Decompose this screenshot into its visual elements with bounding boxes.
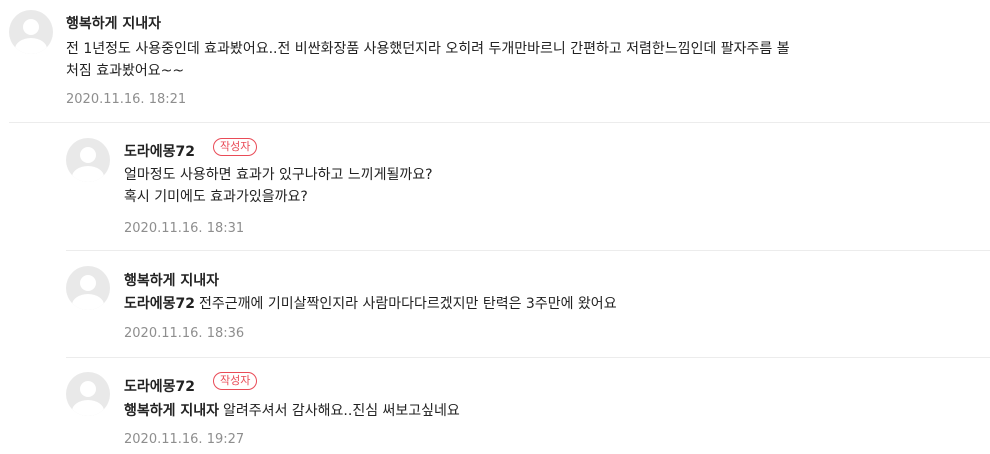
divider [9,122,990,123]
avatar[interactable] [66,372,110,416]
reply-mention[interactable]: 도라에몽72 [124,296,195,312]
comment-date: 2020.11.16. 18:21 [66,92,187,107]
comment-author[interactable]: 행복하게 지내자 [66,13,161,33]
reply-date: 2020.11.16. 18:31 [124,221,245,236]
reply-author[interactable]: 도라에몽72 [124,141,195,161]
divider [66,250,990,251]
author-badge: 작성자 [213,372,258,390]
divider [66,357,990,358]
comment-text: 전 1년정도 사용중인데 효과봤어요..전 비싼화장품 사용했던지라 오히려 두… [66,38,981,82]
reply-text: 얼마정도 사용하면 효과가 있구나하고 느끼게될까요? 혹시 기미에도 효과가있… [124,164,974,208]
reply-text: 행복하게 지내자 알려주셔서 감사해요..진심 써보고싶네요 [124,400,974,422]
avatar[interactable] [66,138,110,182]
comment-text-line: 전 1년정도 사용중인데 효과봤어요..전 비싼화장품 사용했던지라 오히려 두… [66,41,790,57]
reply-mention[interactable]: 행복하게 지내자 [124,403,219,419]
reply-text-line: 혹시 기미에도 효과가있을까요? [124,189,308,205]
avatar[interactable] [9,10,53,54]
reply-author[interactable]: 도라에몽72 [124,376,195,396]
avatar[interactable] [66,266,110,310]
reply-text: 도라에몽72 전주근깨에 기미살짝인지라 사람마다다르겠지만 탄력은 3주만에 왔… [124,293,974,315]
reply-author[interactable]: 행복하게 지내자 [124,270,219,290]
comment-text-line: 처짐 효과봤어요~~ [66,63,185,79]
reply-text-body: 전주근깨에 기미살짝인지라 사람마다다르겠지만 탄력은 3주만에 왔어요 [199,296,617,312]
author-badge: 작성자 [213,138,258,156]
reply-date: 2020.11.16. 18:36 [124,326,245,341]
reply-date: 2020.11.16. 19:27 [124,432,245,447]
reply-text-body: 알려주셔서 감사해요..진심 써보고싶네요 [223,403,460,419]
reply-text-line: 얼마정도 사용하면 효과가 있구나하고 느끼게될까요? [124,167,433,183]
